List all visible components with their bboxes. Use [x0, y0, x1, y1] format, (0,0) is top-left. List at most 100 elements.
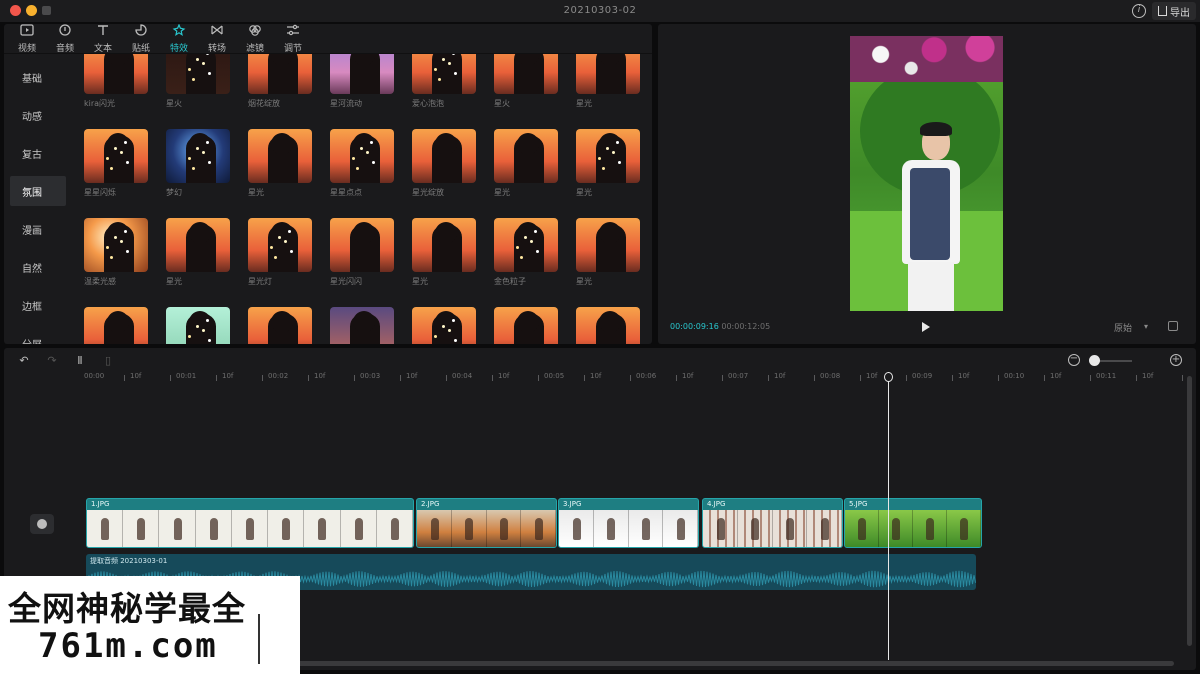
- undo-icon[interactable]: ↶: [18, 355, 30, 367]
- filter-icon: [248, 24, 262, 39]
- ruler-tick-label: 00:07: [728, 372, 749, 380]
- effect-item[interactable]: 星星闪烁: [84, 129, 148, 197]
- effect-item[interactable]: 星河流动: [330, 54, 394, 108]
- video-clip[interactable]: 4.JPG: [702, 498, 843, 548]
- effect-thumbnail: [330, 129, 394, 183]
- adjust-icon: [286, 24, 300, 39]
- category-item[interactable]: 漫画: [10, 214, 66, 244]
- effect-item[interactable]: 星光: [166, 218, 230, 286]
- play-icon[interactable]: [922, 322, 930, 332]
- tool-adjust[interactable]: 调节: [274, 24, 312, 54]
- zoom-in-icon[interactable]: +: [1170, 354, 1182, 366]
- effect-item[interactable]: 梦幻: [166, 129, 230, 197]
- effect-item[interactable]: 星光: [576, 129, 640, 197]
- effect-thumbnail: [248, 129, 312, 183]
- effect-item[interactable]: 温柔光感: [84, 218, 148, 286]
- effect-item[interactable]: 星火: [494, 54, 558, 108]
- effect-item[interactable]: 星光: [248, 129, 312, 197]
- category-item[interactable]: 氛围: [10, 176, 66, 206]
- tool-text[interactable]: 文本: [84, 24, 122, 54]
- zoom-slider-knob[interactable]: [1089, 355, 1100, 366]
- effect-item[interactable]: 星光闪闪: [330, 218, 394, 286]
- category-item[interactable]: 基础: [10, 62, 66, 92]
- ruler-tick-label: 10f: [590, 372, 602, 380]
- effect-item[interactable]: 金色粒子: [494, 218, 558, 286]
- effect-item[interactable]: [84, 307, 148, 344]
- ruler-tick-label: 00:09: [912, 372, 933, 380]
- effect-item[interactable]: 星光: [412, 218, 476, 286]
- category-item[interactable]: 复古: [10, 138, 66, 168]
- effect-item[interactable]: 星光绽放: [412, 129, 476, 197]
- fullscreen-icon[interactable]: [1168, 321, 1178, 331]
- tool-filter[interactable]: 滤镜: [236, 24, 274, 54]
- redo-icon[interactable]: ↷: [46, 355, 58, 367]
- effect-item[interactable]: [412, 307, 476, 344]
- effect-item[interactable]: 星光: [576, 218, 640, 286]
- effect-item[interactable]: 星火: [166, 54, 230, 108]
- effect-item[interactable]: 星光: [494, 129, 558, 197]
- category-item[interactable]: 动感: [10, 100, 66, 130]
- export-button[interactable]: 导出: [1152, 2, 1196, 20]
- effect-item[interactable]: 星光灯: [248, 218, 312, 286]
- effect-item[interactable]: [330, 307, 394, 344]
- effect-thumbnail: [494, 129, 558, 183]
- category-item[interactable]: 自然: [10, 252, 66, 282]
- effect-thumbnail: [412, 307, 476, 344]
- info-icon[interactable]: i: [1132, 4, 1146, 18]
- effect-thumbnail: [166, 218, 230, 272]
- effect-item[interactable]: [494, 307, 558, 344]
- track-mute-toggle[interactable]: [30, 514, 54, 534]
- video-clip[interactable]: 2.JPG: [416, 498, 557, 548]
- effect-thumbnail: [84, 129, 148, 183]
- tool-label: 转场: [207, 43, 226, 54]
- delete-icon[interactable]: ▯: [102, 355, 114, 367]
- effect-label: 金色粒子: [494, 277, 526, 286]
- media-library-panel: 视频音频文本贴纸特效转场滤镜调节 基础动感复古氛围漫画自然边框分屏Bling k…: [4, 24, 652, 344]
- effect-label: 星光: [412, 277, 428, 286]
- ruler-tick-label: 10f: [130, 372, 142, 380]
- tool-video[interactable]: 视频: [8, 24, 46, 54]
- tool-sticker[interactable]: 贴纸: [122, 24, 160, 54]
- ruler-tick-label: 10f: [406, 372, 418, 380]
- preview-timecode: 00:00:09:16 00:00:12:05: [670, 322, 770, 331]
- ruler-tick-label: 10f: [1050, 372, 1062, 380]
- title-bar: 20210303-02 i 导出: [0, 0, 1200, 22]
- tool-label: 特效: [169, 43, 188, 54]
- tool-effects[interactable]: 特效: [160, 24, 198, 54]
- effect-item[interactable]: 爱心泡泡: [412, 54, 476, 108]
- effect-thumbnail: [84, 307, 148, 344]
- tool-transition[interactable]: 转场: [198, 24, 236, 54]
- horizontal-scrollbar[interactable]: [294, 661, 1174, 666]
- chevron-down-icon[interactable]: ▾: [1144, 322, 1148, 331]
- video-clip[interactable]: 3.JPG: [558, 498, 699, 548]
- effect-thumbnail: [412, 54, 476, 94]
- effect-categories: 基础动感复古氛围漫画自然边框分屏Bling: [4, 54, 72, 344]
- effect-item[interactable]: [248, 307, 312, 344]
- effect-thumbnail: [166, 307, 230, 344]
- tool-audio[interactable]: 音频: [46, 24, 84, 54]
- time-ruler[interactable]: 00:00 10f 00:01 10f 00:02 10f 00:03 10f 00:04 10f…: [84, 372, 1184, 384]
- effect-item[interactable]: 烟花绽放: [248, 54, 312, 108]
- effect-item[interactable]: kira闪光: [84, 54, 148, 108]
- effect-item[interactable]: [166, 307, 230, 344]
- effect-label: 星火: [166, 99, 182, 108]
- effect-item[interactable]: 星光: [576, 54, 640, 108]
- vertical-scrollbar[interactable]: [1187, 376, 1192, 646]
- zoom-out-icon[interactable]: −: [1068, 354, 1080, 366]
- playhead-handle[interactable]: [884, 372, 893, 382]
- video-clip[interactable]: 5.JPG: [844, 498, 982, 548]
- video-clip[interactable]: 1.JPG: [86, 498, 414, 548]
- category-item[interactable]: 分屏: [10, 328, 66, 345]
- ruler-tick-label: 10f: [222, 372, 234, 380]
- effect-item[interactable]: [576, 307, 640, 344]
- ruler-tick-label: 10f: [866, 372, 878, 380]
- effect-label: 星星点点: [330, 188, 362, 197]
- playhead-line[interactable]: [888, 372, 889, 660]
- aspect-ratio-select[interactable]: 原始: [1114, 321, 1132, 334]
- current-time: 00:00:09:16: [670, 322, 719, 331]
- effect-item[interactable]: 星星点点: [330, 129, 394, 197]
- effect-thumbnail: [576, 218, 640, 272]
- effect-label: kira闪光: [84, 99, 116, 108]
- split-icon[interactable]: Ⅱ: [74, 355, 86, 367]
- category-item[interactable]: 边框: [10, 290, 66, 320]
